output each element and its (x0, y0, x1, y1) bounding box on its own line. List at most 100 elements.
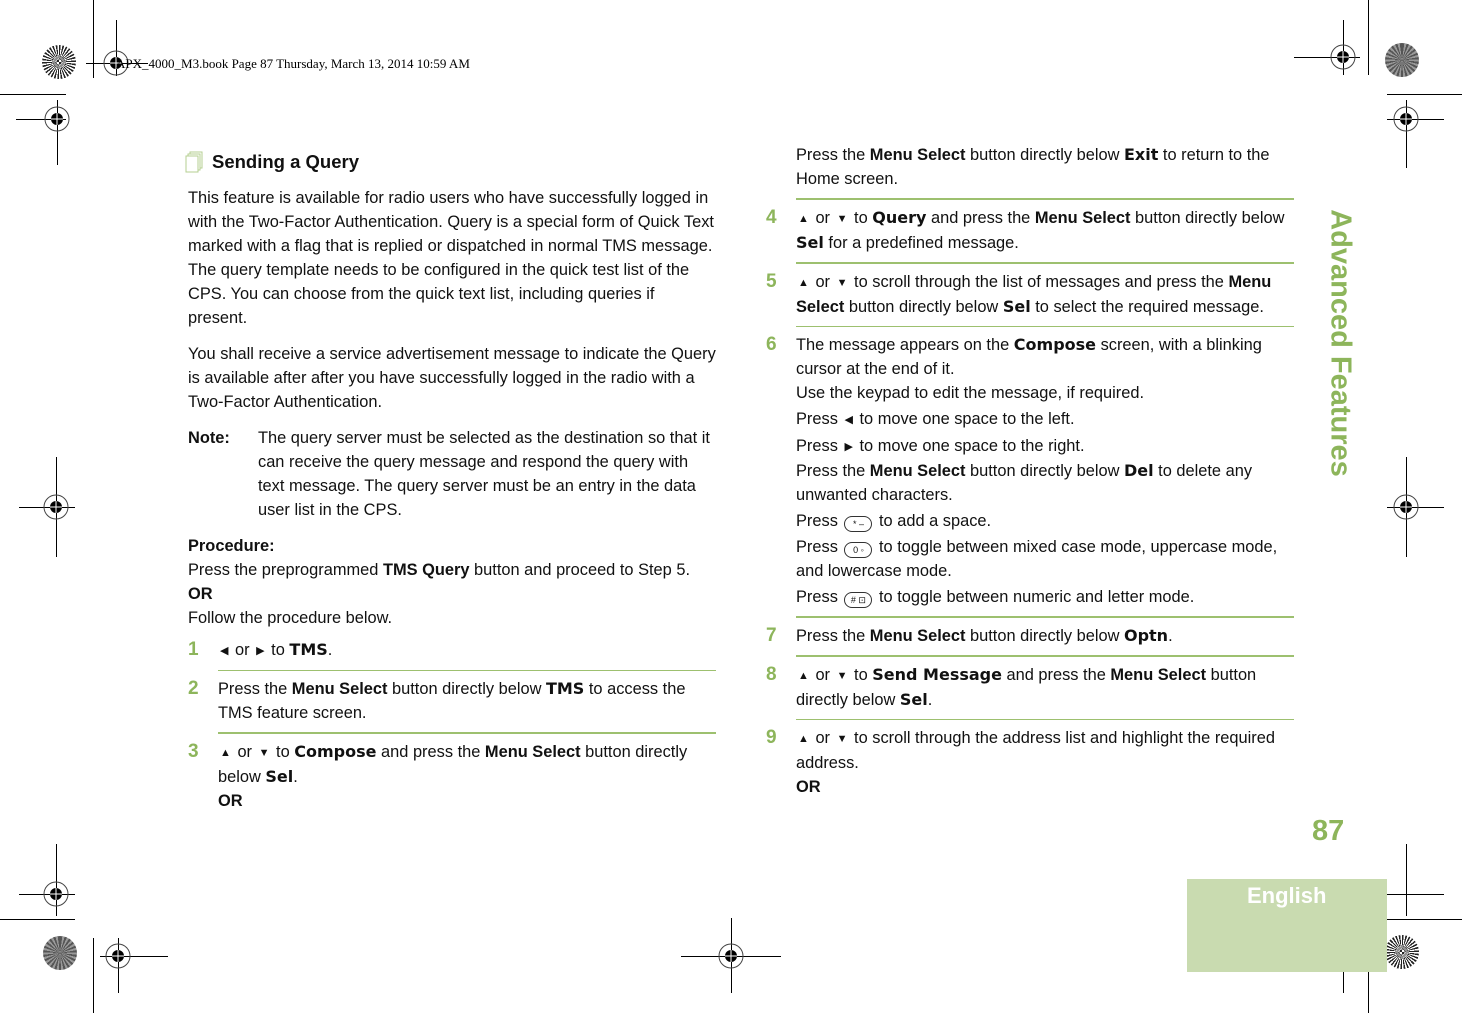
step-number: 4 (766, 207, 777, 228)
step-number: 5 (766, 271, 777, 292)
intro-paragraph: This feature is available for radio user… (188, 189, 714, 327)
procedure-block: Procedure: Press the preprogrammed TMS Q… (188, 534, 716, 630)
section-heading: Sending a Query (185, 148, 716, 176)
registration-mark-icon (44, 106, 70, 132)
menu-select-label: Menu Select (484, 743, 581, 761)
star-key-icon: * – (844, 516, 873, 532)
display-text: Sel (796, 233, 824, 252)
text: Press the (796, 462, 870, 480)
step-9: 9 ▲ or ▼ to scroll through the address l… (766, 726, 1294, 799)
registration-mark-icon (718, 943, 744, 969)
text: and press the (1001, 666, 1111, 684)
menu-select-label: Menu Select (1034, 209, 1131, 227)
service-paragraph: You shall receive a service advertisemen… (188, 345, 716, 411)
crop-mark (1387, 894, 1444, 895)
color-rosette-icon (42, 45, 76, 79)
step-8: 8 ▲ or ▼ to Send Message and press the M… (766, 663, 1294, 712)
pound-key-icon: # ⊡ (844, 592, 873, 608)
text: or (232, 743, 257, 761)
sub-instruction: Press # ⊡ to toggle between numeric and … (796, 585, 1294, 609)
text: Press (796, 410, 843, 428)
text: to scroll through the address list and h… (796, 729, 1275, 772)
crop-mark (1387, 94, 1462, 95)
step-number: 6 (766, 334, 777, 355)
text: button directly below (1130, 209, 1285, 227)
up-arrow-icon: ▲ (798, 277, 809, 289)
tms-query-button-name: TMS Query (382, 561, 470, 579)
step-number: 8 (766, 664, 777, 685)
step-number: 7 (766, 625, 777, 646)
text: button directly below (844, 298, 1003, 316)
registration-mark-icon (1393, 106, 1419, 132)
menu-select-label: Menu Select (869, 462, 966, 480)
display-text: Send Message (872, 665, 1002, 684)
language-tab: English (1187, 879, 1387, 972)
down-arrow-icon: ▼ (836, 277, 848, 289)
display-text: TMS (289, 640, 328, 659)
text: button and proceed to Step 5. (469, 561, 691, 579)
text: Press the (796, 627, 870, 645)
crop-mark (1406, 844, 1407, 916)
right-arrow-icon: ▶ (844, 441, 853, 453)
chapter-title-text: Advanced Features (1324, 209, 1357, 477)
display-text: Sel (899, 690, 928, 709)
crop-mark (1387, 919, 1462, 920)
step-divider (218, 670, 716, 671)
procedure-label: Procedure: (188, 537, 275, 555)
color-rosette-icon (43, 936, 77, 970)
display-text: Query (872, 208, 927, 227)
text: The message appears on the (796, 336, 1014, 354)
down-arrow-icon: ▼ (836, 213, 848, 225)
registration-mark-icon (1393, 494, 1419, 520)
text: to add a space. (874, 512, 992, 530)
menu-select-label: Menu Select (869, 627, 966, 645)
step-number: 1 (188, 639, 199, 660)
text: button directly below (965, 627, 1124, 645)
step-number: 9 (766, 727, 777, 748)
text: Press the (796, 146, 870, 164)
text: button directly below (387, 680, 546, 698)
text: or (810, 209, 835, 227)
text: to (849, 209, 873, 227)
up-arrow-icon: ▲ (798, 213, 809, 225)
crop-mark (93, 0, 94, 78)
text: or (810, 273, 835, 291)
text: Press (796, 437, 843, 455)
display-text: Sel (1002, 297, 1031, 316)
step-3: 3 ▲ or ▼ to Compose and press the Menu S… (188, 740, 716, 813)
registration-mark-icon (105, 943, 131, 969)
text: Press (796, 588, 843, 606)
down-arrow-icon: ▼ (836, 733, 848, 745)
or-label: OR (218, 792, 243, 810)
down-arrow-icon: ▼ (836, 670, 848, 682)
up-arrow-icon: ▲ (798, 670, 809, 682)
registration-mark-icon (1330, 44, 1356, 70)
zero-key-icon: 0 ◦ (844, 542, 873, 558)
text: to move one space to the left. (854, 410, 1075, 428)
sub-instruction: Use the keypad to edit the message, if r… (796, 384, 1145, 402)
text: to toggle between numeric and letter mod… (874, 588, 1195, 606)
sub-instruction: Press * – to add a space. (796, 509, 1294, 533)
menu-select-label: Menu Select (869, 146, 966, 164)
text: button directly below (965, 146, 1124, 164)
text: or (810, 729, 835, 747)
text: or (230, 641, 255, 659)
text: to (849, 666, 873, 684)
step-divider (796, 655, 1294, 657)
left-column: Sending a Query This feature is availabl… (185, 148, 716, 813)
section-title: Sending a Query (212, 151, 360, 172)
step-divider (796, 262, 1294, 264)
sub-instruction: Press ▶ to move one space to the right. (796, 434, 1294, 459)
step-number: 3 (188, 741, 199, 762)
registration-mark-icon (43, 881, 69, 907)
step-4: 4 ▲ or ▼ to Query and press the Menu Sel… (766, 206, 1294, 255)
step-6: 6 The message appears on the Compose scr… (766, 333, 1294, 609)
text: Press the preprogrammed (188, 561, 383, 579)
step-divider (796, 616, 1294, 618)
display-text: Del (1123, 461, 1154, 480)
step-7: 7 Press the Menu Select button directly … (766, 624, 1294, 648)
up-arrow-icon: ▲ (798, 733, 809, 745)
display-text: TMS (545, 679, 585, 698)
color-rosette-icon (1385, 935, 1419, 969)
procedure-line: Follow the procedure below. (188, 609, 393, 627)
